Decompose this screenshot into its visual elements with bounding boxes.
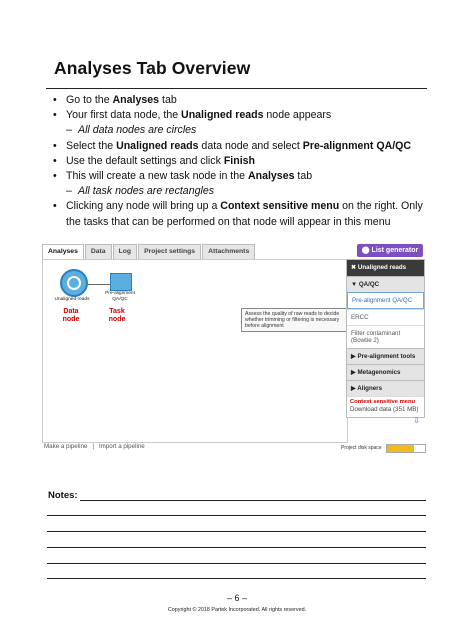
list-generator-icon: ⬤	[361, 247, 372, 254]
menu-group-aligners[interactable]: ▶ Aligners	[347, 380, 424, 396]
bullet-list: • Go to the Analyses tab • Your first data …	[46, 93, 431, 230]
bullet-item: • Use the default settings and click Fini…	[46, 154, 431, 169]
bold-text: Analyses	[247, 170, 295, 183]
node-edge	[88, 284, 110, 285]
context-menu-header: ✖ Unaligned reads	[347, 260, 424, 276]
close-icon[interactable]: ✖	[351, 264, 356, 271]
bold-text: Context sensitive menu	[220, 200, 340, 213]
triangle-down-icon: ▼	[351, 281, 358, 288]
context-menu-callout: Context sensitive menu	[347, 396, 424, 405]
menu-group-label: Aligners	[357, 385, 383, 392]
notes-line	[80, 500, 426, 501]
make-pipeline-link[interactable]: Make a pipeline	[44, 443, 87, 450]
menu-item-pre-alignment-qaqc[interactable]: Pre-alignment QA/QC	[347, 292, 424, 309]
data-node-callout: Data node	[62, 308, 80, 323]
data-node-label: Unaligned reads	[54, 297, 90, 302]
menu-group-label: Pre-alignment tools	[357, 353, 416, 360]
bold-text: Analyses	[112, 94, 160, 106]
notes-line	[47, 563, 426, 564]
tab-project-settings[interactable]: Project settings	[138, 244, 202, 260]
notes-line	[47, 531, 426, 532]
sub-bullet: – All data nodes are circles	[46, 123, 431, 138]
sub-bullet-text: All data nodes are circles	[78, 124, 197, 137]
menu-group-pre-alignment-tools[interactable]: ▶ Pre-alignment tools	[347, 348, 424, 364]
bullet-marker: •	[53, 139, 57, 152]
bullet-text: Clicking any node will bring up a	[66, 200, 221, 213]
list-generator-button[interactable]: ⬤ List generator	[357, 244, 423, 257]
menu-item-ercc[interactable]: ERCC	[347, 309, 424, 325]
tab-attachments[interactable]: Attachments	[202, 244, 256, 260]
bullet-text: data node and select	[198, 139, 303, 152]
bold-text: Pre-alignment QA/QC	[302, 139, 412, 152]
list-generator-label: List generator	[371, 247, 419, 254]
bullet-text: tab	[294, 170, 313, 183]
bullet-marker: –	[66, 124, 72, 137]
task-node-rectangle[interactable]	[110, 273, 132, 291]
menu-group-metagenomics[interactable]: ▶ Metagenomics	[347, 364, 424, 380]
tab-log[interactable]: Log	[112, 244, 138, 260]
bullet-marker: –	[66, 185, 72, 198]
menu-group-label: QA/QC	[358, 281, 380, 288]
task-node-label: Pre-alignment QA/QC	[105, 291, 135, 302]
disk-space-fill	[387, 445, 414, 452]
page-number: – 6 –	[226, 593, 248, 603]
triangle-right-icon: ▶	[351, 385, 356, 392]
triangle-right-icon: ▶	[351, 353, 356, 360]
copyright: Copyright © 2018 Partek Incorporated. Al…	[167, 607, 307, 613]
import-pipeline-link[interactable]: Import a pipeline	[99, 443, 145, 450]
bullet-text: Select the	[66, 139, 117, 152]
triangle-right-icon: ▶	[351, 369, 356, 376]
bullet-text: Go to the	[66, 94, 113, 106]
task-node-callout: Task node	[108, 308, 126, 323]
bullet-marker: •	[53, 200, 57, 213]
bullet-item: • Go to the Analyses tab	[46, 93, 431, 108]
bold-text: Unaligned reads	[116, 139, 199, 152]
menu-item-download[interactable]: Download data (351 MB) ⇩	[347, 405, 424, 425]
title-rule	[46, 88, 427, 89]
bullet-text: This will create a new task node in the	[66, 170, 248, 183]
menu-item-filter-contaminant[interactable]: Filter contaminant (Bowtie 2)	[347, 325, 424, 348]
context-menu-title: Unaligned reads	[357, 264, 407, 271]
bold-text: Unaligned reads	[181, 109, 264, 122]
bullet-text: Your first data node, the	[66, 109, 182, 122]
bullet-item: • Clicking any node will bring up a Conte…	[46, 199, 431, 229]
sub-bullet-text: All task nodes are rectangles	[78, 185, 215, 198]
bullet-marker: •	[53, 154, 57, 167]
bullet-marker: •	[53, 170, 57, 183]
data-node-circle[interactable]	[60, 269, 88, 297]
bullet-marker: •	[53, 94, 57, 106]
download-icon: ⇩	[413, 416, 420, 425]
notes-text: Notes:	[48, 490, 78, 501]
tooltip: Assess the quality of raw reads to decid…	[241, 308, 351, 333]
bullet-item: • Your first data node, the Unaligned rea…	[46, 108, 431, 123]
tab-data[interactable]: Data	[84, 244, 112, 260]
download-label: Download data (351 MB)	[350, 406, 419, 413]
pipeline-canvas[interactable]: Unaligned reads Pre-alignment QA/QC Data…	[42, 259, 351, 443]
bullet-item: • This will create a new task node in the…	[46, 169, 431, 184]
bold-text: Finish	[223, 154, 256, 167]
sub-bullet: – All task nodes are rectangles	[46, 184, 431, 199]
analyses-screenshot: Analyses Data Log Project settings Attachmen…	[42, 244, 426, 453]
notes-line	[47, 515, 426, 516]
notes-label: Notes:	[48, 490, 78, 501]
notes-line	[47, 578, 426, 579]
pipeline-links: Make a pipeline | Import a pipeline	[44, 443, 145, 450]
page-title: Analyses Tab Overview	[54, 58, 251, 78]
menu-group-qaqc[interactable]: ▼ QA/QC	[347, 276, 424, 292]
bullet-text: tab	[159, 94, 177, 106]
bullet-text: node appears	[263, 109, 332, 122]
disk-space-label: Project disk space	[341, 445, 382, 451]
bullet-item: • Select the Unaligned reads data node an…	[46, 139, 431, 154]
tab-analyses[interactable]: Analyses	[42, 244, 84, 260]
menu-group-label: Metagenomics	[357, 369, 401, 376]
bullet-marker: •	[53, 109, 57, 122]
context-menu: ✖ Unaligned reads ▼ QA/QC Pre-alignment …	[346, 259, 425, 425]
disk-space-bar	[386, 444, 426, 453]
link-separator: |	[92, 443, 94, 450]
bullet-text: Use the default settings and click	[66, 154, 224, 167]
notes-line	[47, 547, 426, 548]
tab-bar: Analyses Data Log Project settings Attachmen…	[42, 244, 256, 260]
